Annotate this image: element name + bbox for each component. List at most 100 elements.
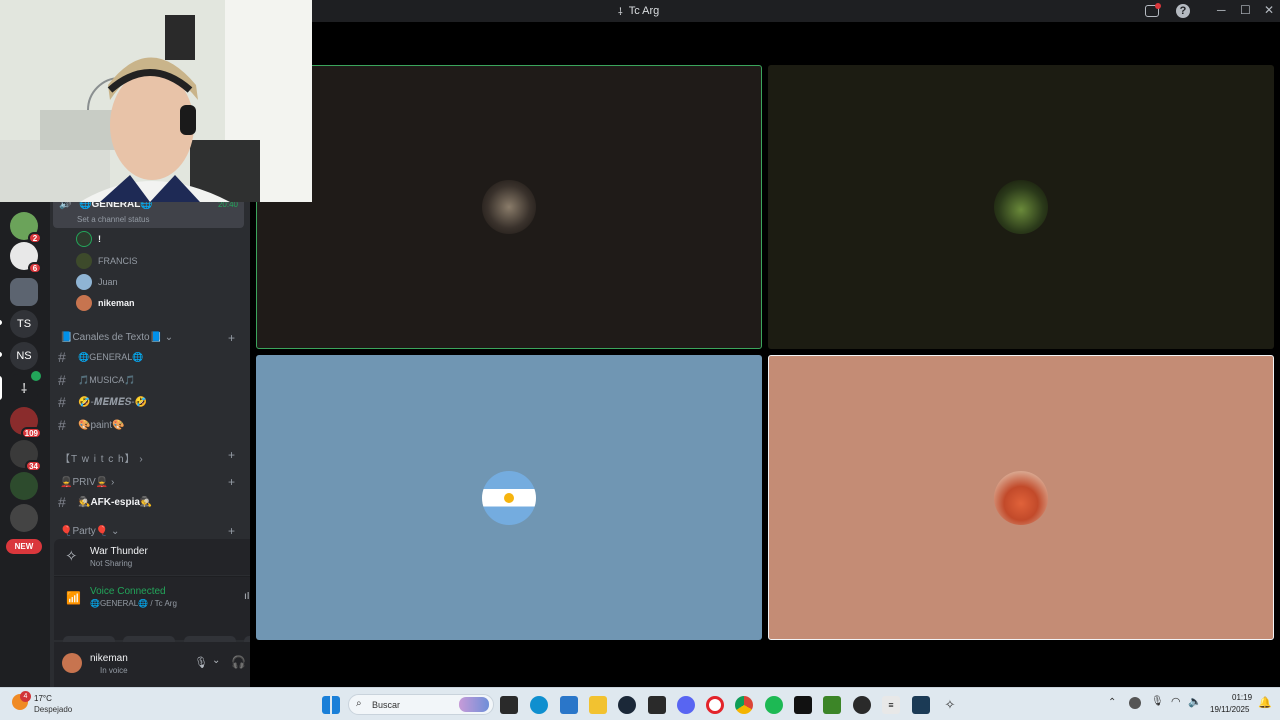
participant-avatar <box>994 180 1048 234</box>
weather-temp[interactable]: 17°C <box>34 694 52 703</box>
help-icon[interactable]: ? <box>1176 4 1190 18</box>
chevron-right-icon: › <box>139 454 144 465</box>
text-channel[interactable]: # 🎨paint🎨 <box>58 417 125 433</box>
mic-icon[interactable]: 🎙 <box>194 656 208 669</box>
epic-games-icon[interactable] <box>648 696 666 714</box>
hash-icon: # <box>58 349 66 365</box>
store-icon[interactable] <box>560 696 578 714</box>
notification-icon[interactable]: 🔔 <box>1258 696 1272 709</box>
avatar <box>76 274 92 290</box>
clock-date[interactable]: 19/11/2025 <box>1210 705 1249 714</box>
server-icon[interactable] <box>10 472 38 500</box>
war-thunder-icon: ✧ <box>65 548 78 565</box>
clock-time[interactable]: 01:19 <box>1232 693 1252 702</box>
create-channel-button[interactable]: + <box>228 475 235 489</box>
participant-avatar <box>994 470 1048 525</box>
text-channel[interactable]: # 🌐GENERAL🌐 <box>58 349 143 365</box>
server-icon[interactable] <box>10 504 38 532</box>
unread-indicator <box>0 352 2 357</box>
chevron-right-icon: › <box>111 477 115 488</box>
server-ns[interactable]: NS <box>10 342 38 370</box>
maximize-button[interactable]: ☐ <box>1240 3 1251 17</box>
capcut-icon[interactable] <box>794 696 812 714</box>
voice-member[interactable]: ! <box>76 231 101 247</box>
category-text-channels[interactable]: 📘Canales de Texto📘 ⌄ <box>60 332 173 343</box>
opera-icon[interactable] <box>706 696 724 714</box>
windows-start-icon[interactable] <box>322 696 340 714</box>
mic-icon[interactable]: 🎙 <box>1151 696 1164 707</box>
server-ts[interactable]: TS <box>10 310 38 338</box>
voice-channel-path[interactable]: 🌐GENERAL🌐 / Tc Arg <box>90 599 177 608</box>
window-title: ⸸ Tc Arg <box>618 5 660 18</box>
participant-tile[interactable] <box>256 65 762 349</box>
volume-icon[interactable]: 🔈 <box>1188 695 1202 708</box>
category-priv[interactable]: 💂PRIV💂 › <box>60 477 114 488</box>
task-view-icon[interactable] <box>500 696 518 714</box>
minecraft-icon[interactable] <box>823 696 841 714</box>
avatar <box>76 295 92 311</box>
participant-tile[interactable] <box>768 65 1274 349</box>
close-button[interactable]: ✕ <box>1264 3 1274 17</box>
davinci-icon[interactable] <box>912 696 930 714</box>
chevron-up-icon[interactable]: ⌃ <box>1108 697 1116 708</box>
category-party[interactable]: 🎈Party🎈 ⌄ <box>60 526 119 537</box>
wifi-icon[interactable]: ◠ <box>1171 695 1181 708</box>
hash-icon: # <box>58 372 66 388</box>
category-twitch[interactable]: 【T w i t c h】 › <box>60 450 144 465</box>
search-highlight-image <box>459 697 489 712</box>
taskbar-search[interactable]: ⌕ Buscar <box>348 694 494 715</box>
weather-desc[interactable]: Despejado <box>34 705 72 714</box>
webcam-feed <box>0 0 312 202</box>
headphones-icon[interactable]: 🎧 <box>231 655 246 669</box>
mention-badge: 34 <box>25 460 42 472</box>
edge-icon[interactable] <box>530 696 548 714</box>
spotify-icon[interactable] <box>765 696 783 714</box>
chrome-icon[interactable] <box>735 696 753 714</box>
inbox-icon[interactable] <box>1145 3 1161 17</box>
voice-member[interactable]: nikeman <box>76 295 135 311</box>
participant-tile[interactable] <box>256 355 762 640</box>
user-avatar[interactable] <box>62 653 82 673</box>
active-server-indicator <box>0 376 2 400</box>
server-icon[interactable]: 2 <box>10 212 42 244</box>
hash-icon: # <box>58 394 66 410</box>
server-icon[interactable] <box>10 278 38 306</box>
create-channel-button[interactable]: + <box>228 448 235 462</box>
server-icon[interactable]: 6 <box>10 242 42 274</box>
text-channel[interactable]: # 🕵️AFK-espia🕵️ <box>58 494 152 510</box>
search-icon: ⌕ <box>356 698 362 709</box>
app-icon[interactable]: ≡ <box>882 696 900 714</box>
discord-icon[interactable] <box>677 696 695 714</box>
create-channel-button[interactable]: + <box>228 524 235 538</box>
voice-member[interactable]: FRANCIS <box>76 253 138 269</box>
signal-icon: 📶 <box>66 591 81 605</box>
hash-icon: # <box>58 494 66 510</box>
avatar <box>76 253 92 269</box>
minimize-button[interactable]: ─ <box>1217 3 1226 17</box>
participant-tile[interactable] <box>768 355 1274 640</box>
create-channel-button[interactable]: + <box>228 331 235 345</box>
steam-icon[interactable] <box>618 696 636 714</box>
channel-status[interactable]: Set a channel status <box>77 215 150 224</box>
tray-icon[interactable] <box>1129 697 1141 709</box>
voice-member[interactable]: Juan <box>76 274 118 290</box>
chevron-down-icon: ⌄ <box>164 332 174 343</box>
server-icon[interactable]: 109 <box>10 407 42 439</box>
new-badge[interactable]: NEW <box>6 539 42 554</box>
text-channel[interactable]: # 🎵MUSICA🎵 <box>58 372 135 388</box>
chevron-down-icon[interactable]: ⌄ <box>212 655 220 666</box>
war-thunder-icon[interactable]: ✧ <box>941 696 959 714</box>
mention-badge: 6 <box>28 262 42 274</box>
mention-badge: 2 <box>28 232 42 244</box>
obs-icon[interactable] <box>853 696 871 714</box>
voice-status[interactable]: Voice Connected <box>90 586 166 597</box>
webcam-overlay <box>0 0 312 202</box>
user-name[interactable]: nikeman <box>90 653 128 664</box>
file-explorer-icon[interactable] <box>589 696 607 714</box>
server-tc-arg[interactable]: ⸸ <box>10 371 41 402</box>
text-channel[interactable]: # 🤣-𝑴𝑬𝑴𝑬𝑺-🤣 <box>58 394 147 410</box>
server-icon[interactable]: 34 <box>10 440 42 472</box>
weather-badge: 4 <box>20 691 31 702</box>
channel-icon: ⸸ <box>618 7 623 18</box>
windows-taskbar: 4 17°C Despejado ⌕ Buscar ≡ ✧ ⌃ 🎙 ◠ 🔈 01… <box>0 687 1280 720</box>
